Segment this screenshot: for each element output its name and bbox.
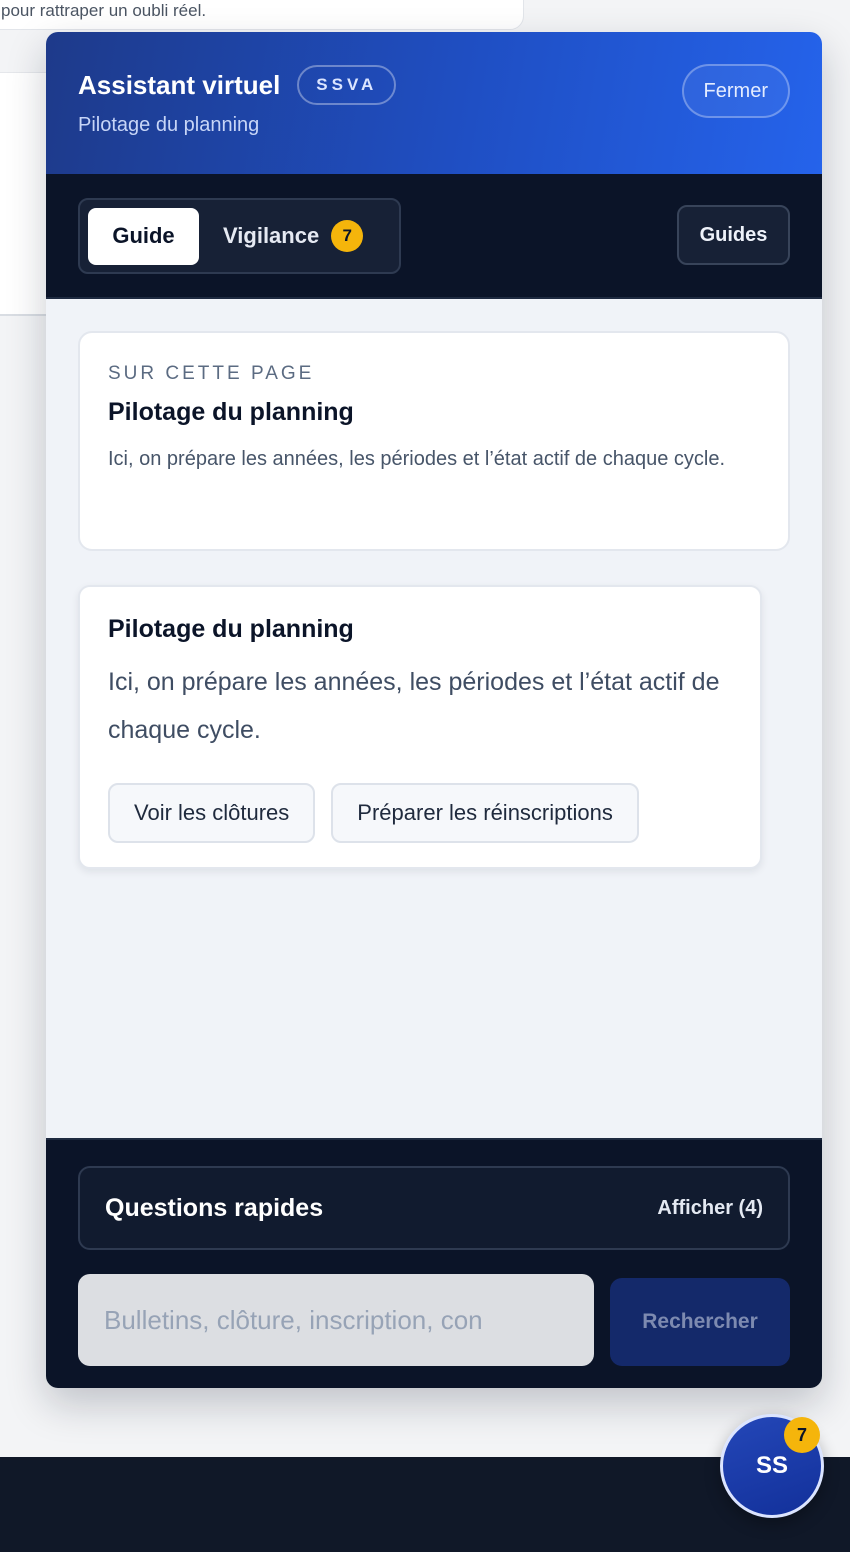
- view-closures-button[interactable]: Voir les clôtures: [108, 783, 316, 843]
- guide-card-title: Pilotage du planning: [108, 615, 354, 643]
- tab-group: Guide Vigilance 7: [78, 198, 401, 274]
- guides-button[interactable]: Guides: [677, 205, 790, 265]
- background-card: pour rattraper un oubli réel.: [0, 0, 524, 30]
- quick-questions-title: Questions rapides: [105, 1193, 324, 1222]
- prepare-reenrollments-button[interactable]: Préparer les réinscriptions: [331, 783, 639, 843]
- assistant-footer: Questions rapides Afficher (4) Recherche…: [46, 1138, 822, 1388]
- search-button[interactable]: Rechercher: [610, 1278, 790, 1366]
- vigilance-count-badge: 7: [331, 220, 364, 252]
- quick-questions-toggle[interactable]: Questions rapides Afficher (4): [78, 1166, 790, 1250]
- guide-card-actions: Voir les clôtures Préparer les réinscrip…: [108, 783, 639, 843]
- quick-questions-show-label[interactable]: Afficher (4): [657, 1197, 763, 1220]
- tab-guide[interactable]: Guide: [88, 207, 199, 265]
- tabs-bar: Guide Vigilance 7 Guides: [46, 174, 822, 299]
- page-context-card: SUR CETTE PAGE Pilotage du planning Ici,…: [78, 331, 790, 551]
- assistant-subtitle: Pilotage du planning: [78, 114, 260, 136]
- search-input[interactable]: [78, 1274, 594, 1366]
- assistant-header: Assistant virtuel SSVA Pilotage du plann…: [46, 32, 822, 174]
- notification-count-badge: 7: [784, 1417, 820, 1453]
- assistant-panel: Assistant virtuel SSVA Pilotage du plann…: [46, 32, 822, 1388]
- background-snippet-text: pour rattraper un oubli réel.: [1, 1, 207, 20]
- close-button[interactable]: Fermer: [681, 64, 790, 118]
- ssva-badge: SSVA: [297, 65, 397, 105]
- guide-card-description: Ici, on prépare les années, les périodes…: [108, 668, 720, 744]
- page-context-title: Pilotage du planning: [108, 398, 354, 426]
- assistant-content: SUR CETTE PAGE Pilotage du planning Ici,…: [46, 299, 822, 1138]
- page-context-eyebrow: SUR CETTE PAGE: [108, 363, 315, 384]
- tab-vigilance[interactable]: Vigilance 7: [223, 220, 364, 252]
- assistant-title: Assistant virtuel: [78, 69, 281, 100]
- page-context-description: Ici, on prépare les années, les périodes…: [108, 448, 726, 470]
- guide-card: Pilotage du planning Ici, on prépare les…: [78, 585, 762, 869]
- tab-vigilance-label: Vigilance: [223, 223, 320, 248]
